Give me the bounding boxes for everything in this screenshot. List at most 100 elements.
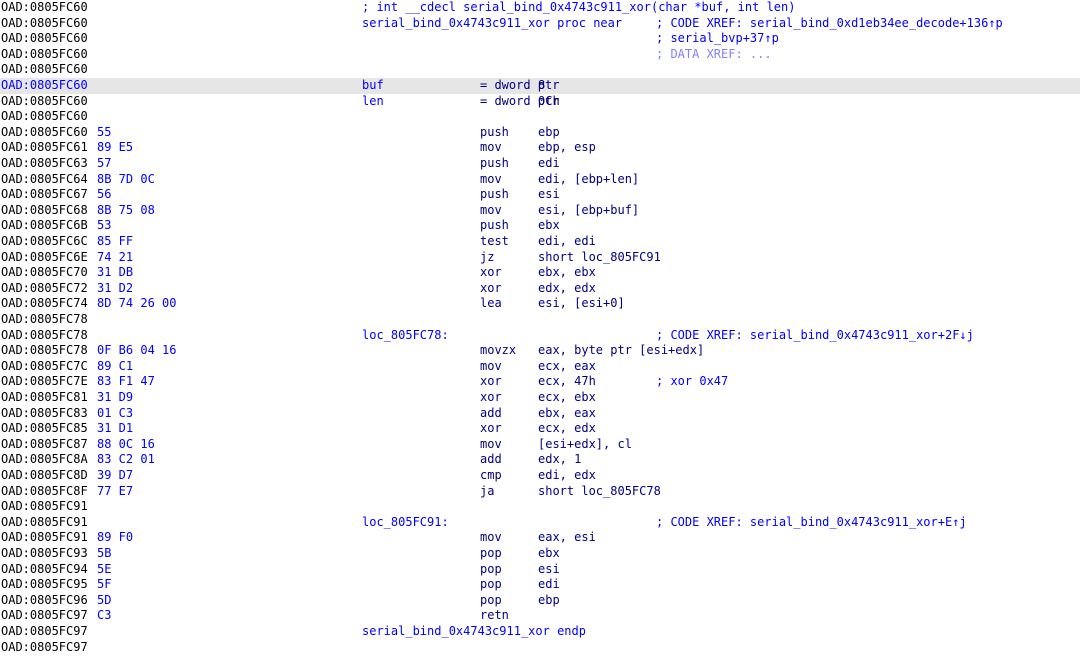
line-comment[interactable]: ; CODE XREF: serial_bind_0x4743c911_xor+… (656, 328, 974, 344)
instruction-operands[interactable]: eax, esi (538, 530, 596, 546)
line-address[interactable]: OAD:0805FC91 (1, 515, 88, 531)
code-label[interactable]: loc_805FC91: (362, 515, 449, 531)
listing-line[interactable]: OAD:0805FC6C 85 FF test edi, edi (0, 234, 1080, 250)
line-address[interactable]: OAD:0805FC8F (1, 484, 88, 500)
line-address[interactable]: OAD:0805FC60 (1, 94, 88, 110)
instruction-operands[interactable]: esi (538, 187, 560, 203)
instruction-operands[interactable]: short loc_805FC91 (538, 250, 661, 266)
line-address[interactable]: OAD:0805FC61 (1, 140, 88, 156)
instruction-operands[interactable]: ebp (538, 593, 560, 609)
listing-line[interactable]: OAD:0805FC94 5E pop esi (0, 562, 1080, 578)
listing-line[interactable]: OAD:0805FC87 88 0C 16 mov [esi+edx], cl (0, 437, 1080, 453)
line-address[interactable]: OAD:0805FC78 (1, 328, 88, 344)
instruction-operands[interactable]: edi (538, 156, 560, 172)
listing-line[interactable]: OAD:0805FC60 (0, 62, 1080, 78)
instruction-operands[interactable]: edx, edx (538, 281, 596, 297)
line-address[interactable]: OAD:0805FC78 (1, 312, 88, 328)
line-address[interactable]: OAD:0805FC96 (1, 593, 88, 609)
instruction-operands[interactable]: edi (538, 577, 560, 593)
disassembly-listing[interactable]: OAD:0805FC60 ; int __cdecl serial_bind_0x… (0, 0, 1080, 658)
instruction-operands[interactable]: esi (538, 562, 560, 578)
instruction-operands[interactable]: ebp, esp (538, 140, 596, 156)
line-address[interactable]: OAD:0805FC78 (1, 343, 88, 359)
instruction-operands[interactable]: edi, edi (538, 234, 596, 250)
instruction-operands[interactable]: ecx, eax (538, 359, 596, 375)
listing-line[interactable]: OAD:0805FC97 serial_bind_0x4743c911_xor e… (0, 624, 1080, 640)
line-address[interactable]: OAD:0805FC63 (1, 156, 88, 172)
instruction-operands[interactable]: ecx, edx (538, 421, 596, 437)
instruction-operands[interactable]: ebx, eax (538, 406, 596, 422)
listing-line[interactable]: OAD:0805FC61 89 E5 mov ebp, esp (0, 140, 1080, 156)
listing-line[interactable]: OAD:0805FC81 31 D9 xor ecx, ebx (0, 390, 1080, 406)
listing-line[interactable]: OAD:0805FC83 01 C3 add ebx, eax (0, 406, 1080, 422)
instruction-operands[interactable]: ecx, ebx (538, 390, 596, 406)
line-address[interactable]: OAD:0805FC60 (1, 78, 88, 94)
line-comment[interactable]: ; CODE XREF: serial_bind_0x4743c911_xor+… (656, 515, 967, 531)
line-address[interactable]: OAD:0805FC60 (1, 109, 88, 125)
listing-line[interactable]: OAD:0805FC7C 89 C1 mov ecx, eax (0, 359, 1080, 375)
line-address[interactable]: OAD:0805FC64 (1, 172, 88, 188)
listing-line[interactable]: OAD:0805FC8D 39 D7 cmp edi, edx (0, 468, 1080, 484)
instruction-operands[interactable]: 8 (538, 78, 545, 94)
line-comment[interactable]: ; serial_bvp+37↑p (656, 31, 779, 47)
listing-line[interactable]: OAD:0805FC63 57 push edi (0, 156, 1080, 172)
instruction-operands[interactable]: esi, [esi+0] (538, 296, 625, 312)
listing-line[interactable]: OAD:0805FC91 (0, 499, 1080, 515)
line-comment[interactable]: ; xor 0x47 (656, 374, 728, 390)
instruction-operands[interactable]: 0Ch (538, 94, 560, 110)
line-address[interactable]: OAD:0805FC67 (1, 187, 88, 203)
line-address[interactable]: OAD:0805FC85 (1, 421, 88, 437)
line-comment[interactable]: ; CODE XREF: serial_bind_0xd1eb34ee_deco… (656, 16, 1003, 32)
listing-line[interactable]: OAD:0805FC78 (0, 312, 1080, 328)
listing-line[interactable]: OAD:0805FC85 31 D1 xor ecx, edx (0, 421, 1080, 437)
line-address[interactable]: OAD:0805FC6C (1, 234, 88, 250)
line-address[interactable]: OAD:0805FC93 (1, 546, 88, 562)
listing-line[interactable]: OAD:0805FC64 8B 7D 0C mov edi, [ebp+len] (0, 172, 1080, 188)
listing-line[interactable]: OAD:0805FC93 5B pop ebx (0, 546, 1080, 562)
line-address[interactable]: OAD:0805FC97 (1, 624, 88, 640)
line-address[interactable]: OAD:0805FC70 (1, 265, 88, 281)
instruction-operands[interactable]: edi, [ebp+len] (538, 172, 639, 188)
listing-line[interactable]: OAD:0805FC7E 83 F1 47 xor ecx, 47h ; xor 0x4… (0, 374, 1080, 390)
listing-line[interactable]: OAD:0805FC78 loc_805FC78: ; CODE XREF: ser… (0, 328, 1080, 344)
line-address[interactable]: OAD:0805FC8A (1, 452, 88, 468)
listing-line[interactable]: OAD:0805FC60 ; serial_bvp+37↑p (0, 31, 1080, 47)
line-address[interactable]: OAD:0805FC60 (1, 16, 88, 32)
listing-line[interactable]: OAD:0805FC97 C3 retn (0, 608, 1080, 624)
line-address[interactable]: OAD:0805FC60 (1, 0, 88, 16)
listing-line[interactable]: OAD:0805FC96 5D pop ebp (0, 593, 1080, 609)
instruction-operands[interactable]: ebx, ebx (538, 265, 596, 281)
listing-line[interactable]: OAD:0805FC6E 74 21 jz short loc_805FC91 (0, 250, 1080, 266)
listing-line[interactable]: OAD:0805FC74 8D 74 26 00 lea esi, [esi+0] (0, 296, 1080, 312)
code-label[interactable]: loc_805FC78: (362, 328, 449, 344)
line-address[interactable]: OAD:0805FC60 (1, 125, 88, 141)
listing-line[interactable]: OAD:0805FC6B 53 push ebx (0, 218, 1080, 234)
line-address[interactable]: OAD:0805FC91 (1, 499, 88, 515)
line-address[interactable]: OAD:0805FC6B (1, 218, 88, 234)
line-address[interactable]: OAD:0805FC7E (1, 374, 88, 390)
listing-line[interactable]: OAD:0805FC60 buf = dword ptr 8 (0, 78, 1080, 94)
listing-line[interactable]: OAD:0805FC68 8B 75 08 mov esi, [ebp+buf] (0, 203, 1080, 219)
listing-line[interactable]: OAD:0805FC60 ; DATA XREF: ... (0, 47, 1080, 63)
instruction-operands[interactable]: short loc_805FC78 (538, 484, 661, 500)
listing-line[interactable]: OAD:0805FC67 56 push esi (0, 187, 1080, 203)
line-address[interactable]: OAD:0805FC6E (1, 250, 88, 266)
listing-line[interactable]: OAD:0805FC8F 77 E7 ja short loc_805FC78 (0, 484, 1080, 500)
line-address[interactable]: OAD:0805FC97 (1, 640, 88, 656)
line-address[interactable]: OAD:0805FC7C (1, 359, 88, 375)
instruction-operands[interactable]: ebp (538, 125, 560, 141)
instruction-operands[interactable]: eax, byte ptr [esi+edx] (538, 343, 704, 359)
instruction-operands[interactable]: ecx, 47h (538, 374, 596, 390)
instruction-operands[interactable]: [esi+edx], cl (538, 437, 632, 453)
line-comment[interactable]: ; DATA XREF: ... (656, 47, 772, 63)
listing-line[interactable]: OAD:0805FC60 ; int __cdecl serial_bind_0x… (0, 0, 1080, 16)
listing-line[interactable]: OAD:0805FC8A 83 C2 01 add edx, 1 (0, 452, 1080, 468)
instruction-operands[interactable]: edx, 1 (538, 452, 581, 468)
listing-line[interactable]: OAD:0805FC91 loc_805FC91: ; CODE XREF: ser… (0, 515, 1080, 531)
listing-line[interactable]: OAD:0805FC60 55 push ebp (0, 125, 1080, 141)
code-label[interactable]: buf (362, 78, 384, 94)
listing-line[interactable]: OAD:0805FC70 31 DB xor ebx, ebx (0, 265, 1080, 281)
line-address[interactable]: OAD:0805FC68 (1, 203, 88, 219)
line-address[interactable]: OAD:0805FC8D (1, 468, 88, 484)
code-label[interactable]: serial_bind_0x4743c911_xor endp (362, 624, 586, 640)
